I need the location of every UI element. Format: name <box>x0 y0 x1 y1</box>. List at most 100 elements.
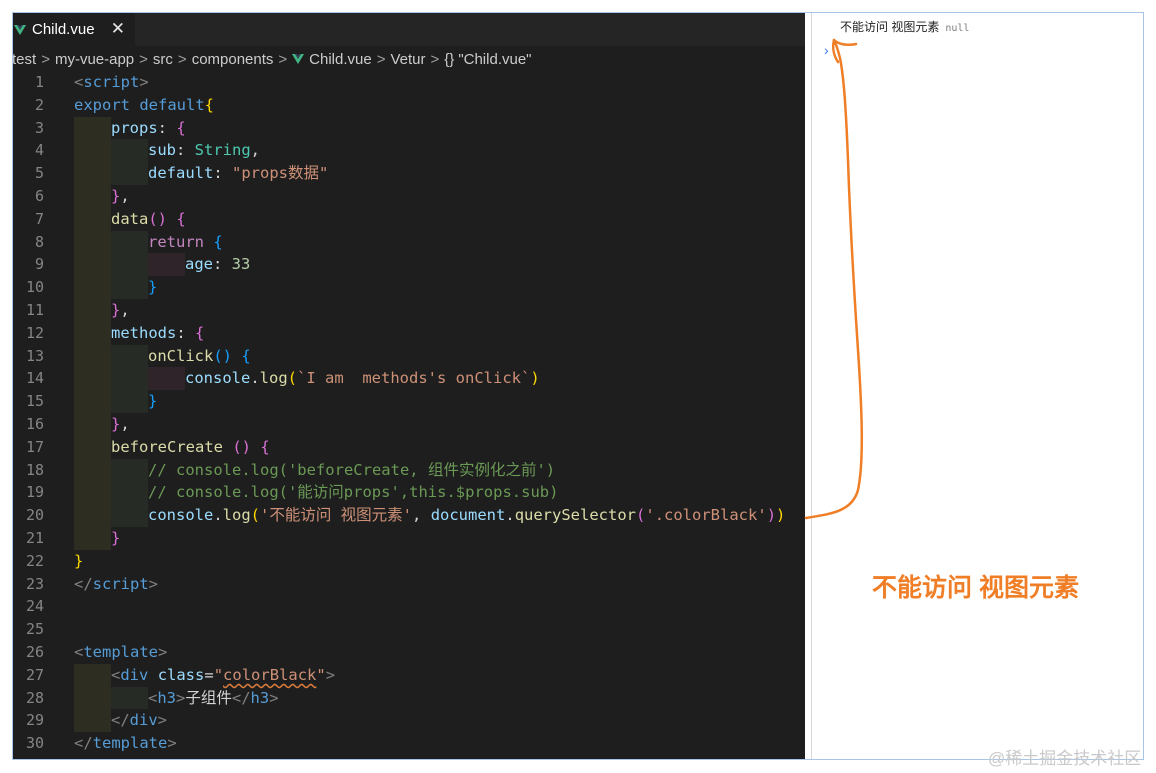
line-number: 8 <box>34 232 44 251</box>
line-number: 25 <box>25 620 44 639</box>
code-token: } <box>148 278 158 297</box>
code-token: } <box>111 301 121 319</box>
code-text: // console.log('能访问props',this.$props.su… <box>148 481 558 504</box>
indent-guide <box>74 207 111 231</box>
indent-guide <box>74 321 111 345</box>
console-panel[interactable]: 不能访问 视图元素 null › 不能访问 视图元素 <box>811 12 1145 760</box>
code-token: } <box>111 187 121 205</box>
code-line: 21 } <box>12 527 805 550</box>
line-number: 16 <box>25 415 44 433</box>
code-line: 6 }, <box>12 185 805 208</box>
breadcrumb-item-symbol[interactable]: {} "Child.vue" <box>444 51 531 68</box>
code-text: // console.log('beforeCreate, 组件实例化之前') <box>148 459 555 482</box>
code-line: 23 </script> <box>12 573 805 596</box>
code-line: 19 // console.log('能访问props',this.$props… <box>12 481 805 505</box>
code-area[interactable]: 1 <script> 2 export default{ 3 props: { … <box>12 71 805 760</box>
code-token: default <box>139 95 205 114</box>
code-token: export <box>74 95 130 114</box>
code-line: 18 // console.log('beforeCreate, 组件实例化之前… <box>12 458 805 482</box>
indent-guide <box>111 367 148 391</box>
code-token: . <box>505 506 515 525</box>
code-token: '不能访问 视图元素' <box>260 506 413 525</box>
code-line: 12 methods: { <box>12 321 805 345</box>
code-line: 9 age: 33 <box>12 253 805 277</box>
indent-guide <box>74 344 111 368</box>
code-text: }, <box>111 185 130 208</box>
code-token: querySelector <box>514 506 637 525</box>
line-number: 18 <box>25 460 44 479</box>
code-token: beforeCreate <box>111 437 223 456</box>
indent-guide <box>74 253 111 277</box>
indent-guide <box>111 458 148 482</box>
code-line: 1 <script> <box>12 71 805 94</box>
breadcrumb: test > my-vue-app > src > components > C… <box>12 48 805 70</box>
indent-guide <box>111 139 148 163</box>
breadcrumb-separator: > <box>177 50 187 68</box>
code-token: colorBlack <box>223 665 317 684</box>
code-token: < <box>74 643 84 661</box>
code-token: template <box>83 643 158 661</box>
code-text: console.log('不能访问 视图元素', document.queryS… <box>148 504 785 527</box>
vue-icon <box>14 24 26 35</box>
indent-guide <box>111 686 148 710</box>
code-token: log <box>222 506 251 525</box>
code-line: 24 <box>12 595 805 618</box>
code-token: template <box>92 734 168 753</box>
code-token: , <box>120 301 130 319</box>
code-token: () <box>213 346 232 365</box>
breadcrumb-separator: > <box>376 50 386 68</box>
line-number: 7 <box>34 209 44 228</box>
line-number: 5 <box>34 164 44 183</box>
code-text: } <box>148 390 157 413</box>
code-token: log <box>259 369 288 388</box>
code-text: }, <box>111 413 130 436</box>
breadcrumb-item-components[interactable]: components <box>192 51 274 68</box>
code-text: } <box>148 276 157 299</box>
code-text: methods: { <box>111 322 204 345</box>
code-token: , <box>412 506 431 525</box>
code-text: <script> <box>74 71 149 94</box>
code-editor[interactable]: Child.vue ✕ test > my-vue-app > src > co… <box>12 12 805 760</box>
code-line: 28 <h3>子组件</h3> <box>12 686 805 710</box>
tab-child-vue[interactable]: Child.vue ✕ <box>12 12 135 46</box>
editor-tab-bar: Child.vue ✕ <box>12 12 805 46</box>
code-text: </div> <box>111 709 167 732</box>
code-token: : <box>213 164 232 183</box>
code-token: `I am methods's onClick` <box>297 369 531 388</box>
line-number: 29 <box>25 711 44 730</box>
close-icon[interactable]: ✕ <box>111 19 125 39</box>
code-line: 10 } <box>12 276 805 299</box>
indent-guide <box>111 481 148 505</box>
tab-title: Child.vue <box>32 21 95 38</box>
breadcrumb-item-test[interactable]: test <box>12 51 36 68</box>
line-number: 15 <box>25 392 44 411</box>
line-number: 19 <box>25 483 44 502</box>
line-number: 13 <box>25 346 44 365</box>
vue-icon <box>292 54 305 64</box>
code-token: props <box>111 118 158 137</box>
code-text: export default{ <box>74 94 214 117</box>
code-token: ( <box>287 369 298 388</box>
breadcrumb-item-my-vue-app[interactable]: my-vue-app <box>55 51 134 68</box>
breadcrumb-item-src[interactable]: src <box>153 51 173 68</box>
console-prompt-icon[interactable]: › <box>824 42 829 58</box>
line-number: 6 <box>34 187 44 205</box>
indent-guide <box>148 367 185 391</box>
breadcrumb-item-vetur[interactable]: Vetur <box>390 51 425 68</box>
code-line: 16 }, <box>12 413 805 436</box>
code-token: '.colorBlack' <box>645 506 767 525</box>
code-line: 15 } <box>12 390 805 413</box>
code-token: </ <box>74 574 93 593</box>
breadcrumb-item-label: "Child.vue" <box>458 50 532 68</box>
indent-guide <box>74 299 111 322</box>
braces-icon: {} <box>444 50 455 68</box>
code-line: 26 <template> <box>12 641 805 664</box>
code-text: default: "props数据" <box>148 162 328 185</box>
breadcrumb-item-child-vue[interactable]: Child.vue <box>292 51 372 68</box>
indent-guide <box>74 504 111 527</box>
